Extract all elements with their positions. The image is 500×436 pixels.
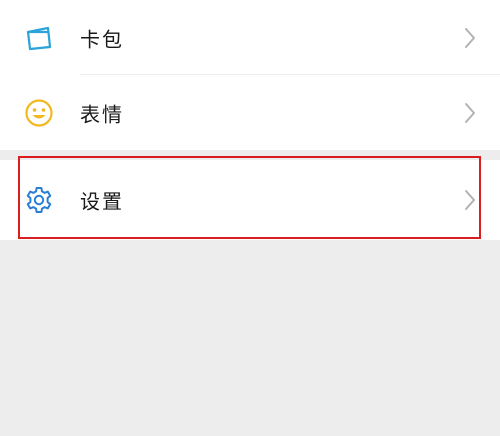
menu-item-label: 表情 xyxy=(80,102,124,126)
menu-item-label: 设置 xyxy=(80,189,124,213)
menu-item-settings[interactable]: 设置 xyxy=(0,162,500,237)
menu-item-stickers[interactable]: 表情 xyxy=(0,75,500,150)
chevron-right-icon xyxy=(465,102,475,123)
gear-icon xyxy=(26,186,52,213)
menu-group-settings: 设置 xyxy=(0,160,500,240)
chevron-right-icon xyxy=(465,27,475,48)
card-wallet-icon xyxy=(26,26,52,50)
menu-item-card-wallet[interactable]: 卡包 xyxy=(0,0,500,75)
chevron-right-icon xyxy=(465,189,475,210)
smiley-face-icon xyxy=(25,98,53,127)
menu-group-top: 卡包 表情 xyxy=(0,0,500,150)
menu-item-label: 卡包 xyxy=(80,27,124,51)
